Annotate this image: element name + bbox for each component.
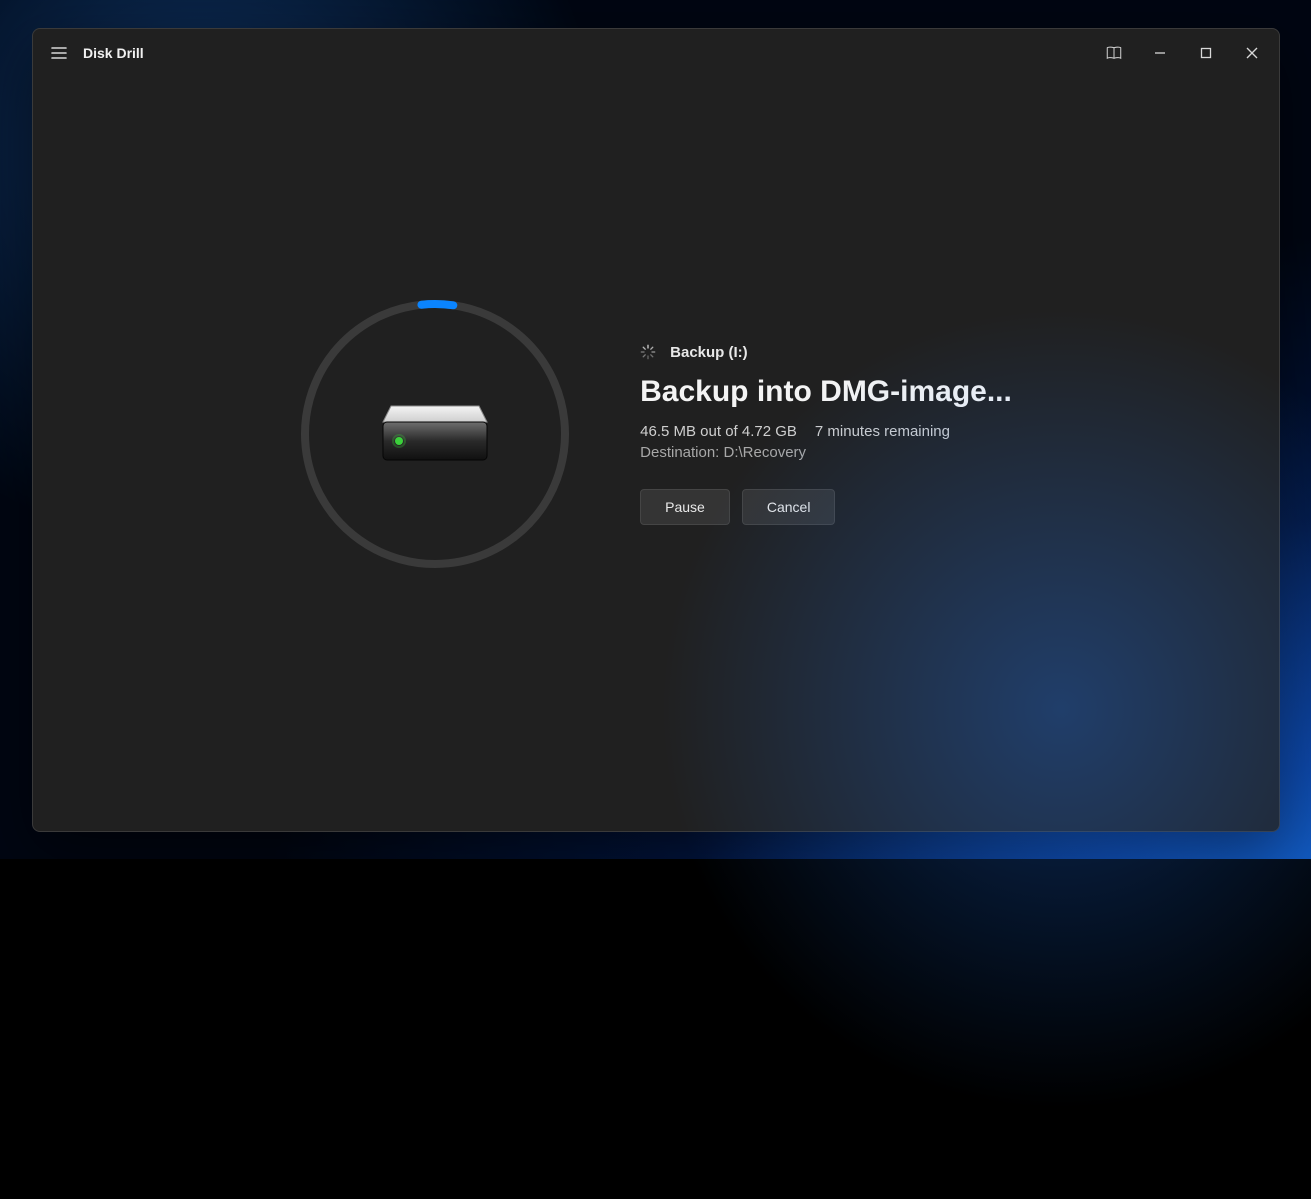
- drive-label: Backup (I:): [670, 344, 748, 361]
- maximize-icon: [1200, 47, 1212, 59]
- progress-text-row: 46.5 MB out of 4.72 GB 7 minutes remaini…: [640, 423, 1012, 440]
- pause-button[interactable]: Pause: [640, 489, 730, 525]
- destination-row: Destination: D:\Recovery: [640, 444, 1012, 461]
- app-title: Disk Drill: [83, 45, 144, 61]
- backup-headline: Backup into DMG-image...: [640, 375, 1012, 409]
- docs-button[interactable]: [1091, 29, 1137, 77]
- minimize-icon: [1154, 47, 1166, 59]
- titlebar: Disk Drill: [33, 29, 1279, 77]
- book-icon: [1105, 44, 1123, 62]
- close-button[interactable]: [1229, 29, 1275, 77]
- progress-circle: [300, 299, 570, 569]
- status-row: Backup (I:): [640, 344, 1012, 361]
- titlebar-right-group: [1091, 29, 1275, 77]
- cancel-button[interactable]: Cancel: [742, 489, 836, 525]
- main-content: Backup (I:) Backup into DMG-image... 46.…: [33, 77, 1279, 831]
- menu-button[interactable]: [43, 37, 75, 69]
- close-icon: [1246, 47, 1258, 59]
- desktop-background: Disk Drill: [0, 0, 1311, 859]
- hamburger-icon: [51, 46, 67, 60]
- backup-info-panel: Backup (I:) Backup into DMG-image... 46.…: [640, 344, 1012, 525]
- progress-eta: 7 minutes remaining: [815, 423, 950, 440]
- progress-amount: 46.5 MB out of 4.72 GB: [640, 423, 797, 440]
- minimize-button[interactable]: [1137, 29, 1183, 77]
- app-window: Disk Drill: [32, 28, 1280, 832]
- action-buttons: Pause Cancel: [640, 489, 1012, 525]
- destination-text: Destination: D:\Recovery: [640, 444, 806, 461]
- maximize-button[interactable]: [1183, 29, 1229, 77]
- hard-drive-icon: [300, 299, 570, 569]
- spinner-icon: [640, 344, 656, 360]
